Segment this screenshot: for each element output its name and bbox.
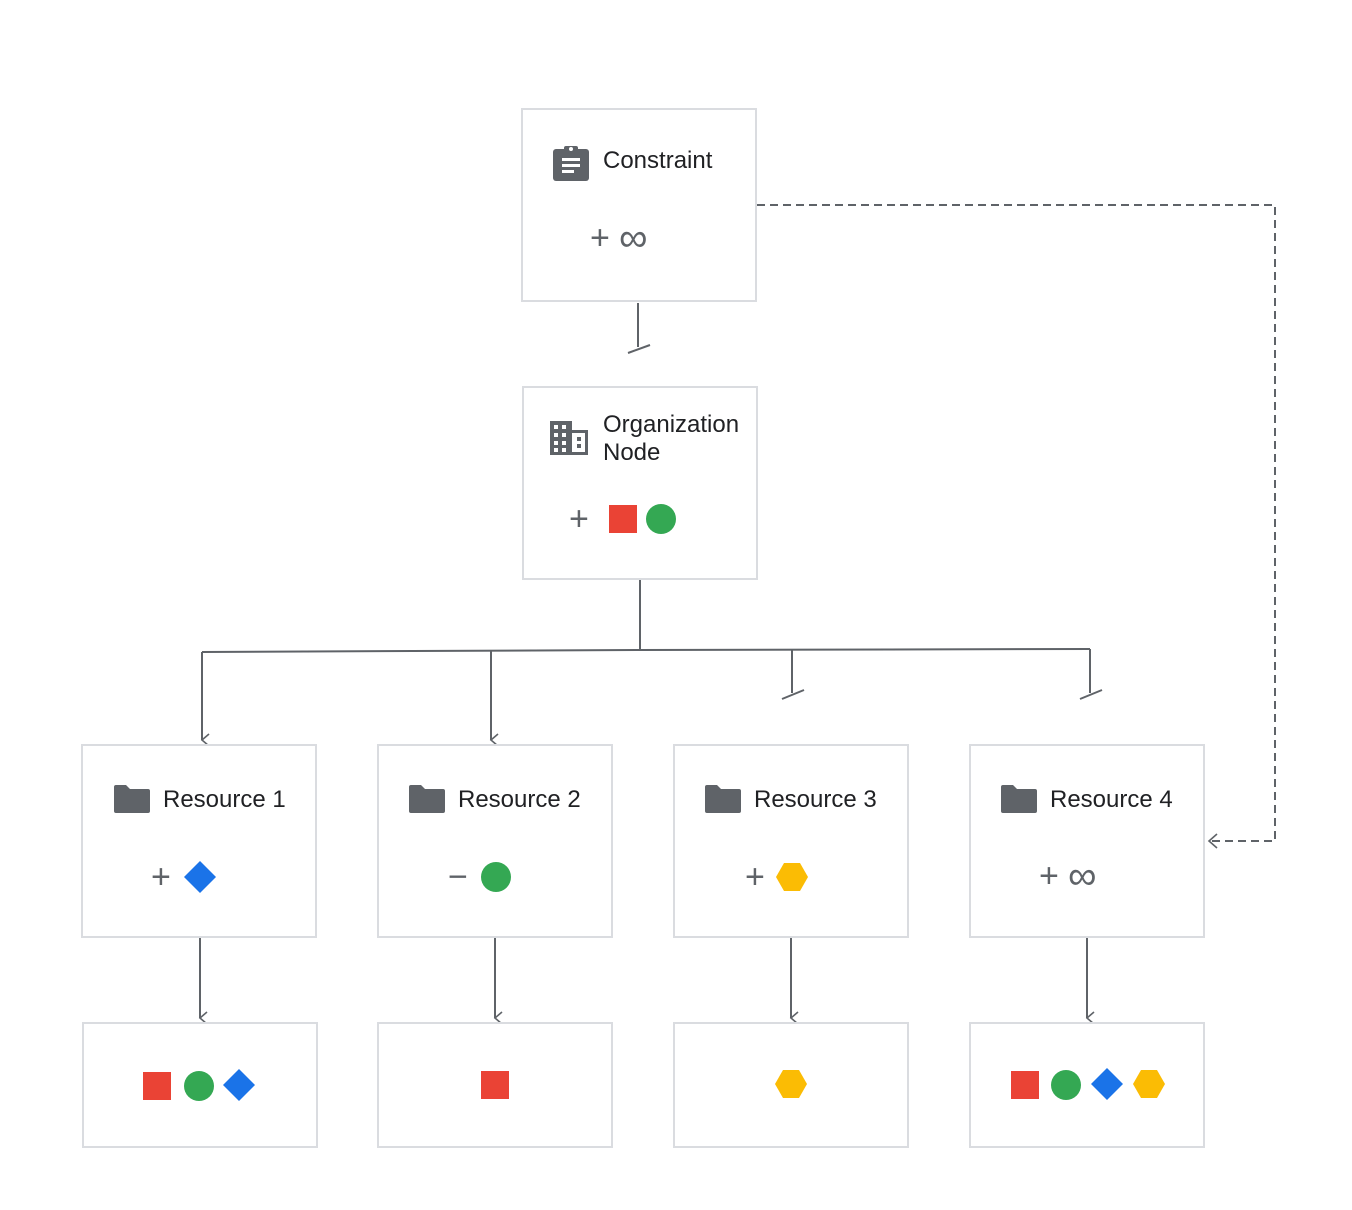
hexagon-yellow-shape [775,1070,807,1098]
building-icon [550,421,588,455]
constraint-operator: + [590,219,610,257]
folder-icon [409,785,445,813]
edge-org-bus [201,648,1091,653]
constraint-title: Constraint [603,147,713,174]
hexagon-yellow-shape [776,863,808,891]
circle-green-shape [1051,1070,1081,1100]
edge-org-to-resource-4 [1079,649,1103,700]
hexagon-yellow-shape [1133,1070,1165,1098]
circle-green-shape [184,1071,214,1101]
clipboard-icon [553,146,589,181]
circle-green-shape [481,862,511,892]
resource-2-operator: − [448,858,468,896]
resource-4-node[interactable] [969,744,1205,938]
constraint-node[interactable] [521,108,757,302]
org-operator: + [569,500,589,538]
square-red-shape [143,1072,171,1100]
square-red-shape [609,505,637,533]
effective-policy-4 [969,1022,1205,1148]
resource-1-title: Resource 1 [163,786,286,813]
diamond-blue-shape [184,861,216,893]
resource-1-operator: + [151,858,171,896]
resource-2-node[interactable] [377,744,613,938]
resource-4-title: Resource 4 [1050,786,1173,813]
diamond-blue-shape [1091,1068,1123,1100]
resource-4-operator: + [1039,857,1059,895]
resource-4-value-infinity: ∞ [1068,854,1097,898]
square-red-shape [1011,1071,1039,1099]
resource-3-title: Resource 3 [754,786,877,813]
edge-org-to-resource-3 [781,650,805,700]
org-title-line2: Node [603,439,661,466]
circle-green-shape [646,504,676,534]
folder-icon [1001,785,1037,813]
edge-constraint-to-org [627,303,651,354]
folder-icon [114,785,150,813]
constraint-value-infinity: ∞ [619,216,648,260]
resource-2-title: Resource 2 [458,786,581,813]
resource-3-operator: + [745,858,765,896]
square-red-shape [481,1071,509,1099]
folder-icon [705,785,741,813]
resource-3-node[interactable] [673,744,909,938]
diamond-blue-shape [223,1069,255,1101]
org-title-line1: Organization [603,411,740,438]
resource-1-node[interactable] [81,744,317,938]
